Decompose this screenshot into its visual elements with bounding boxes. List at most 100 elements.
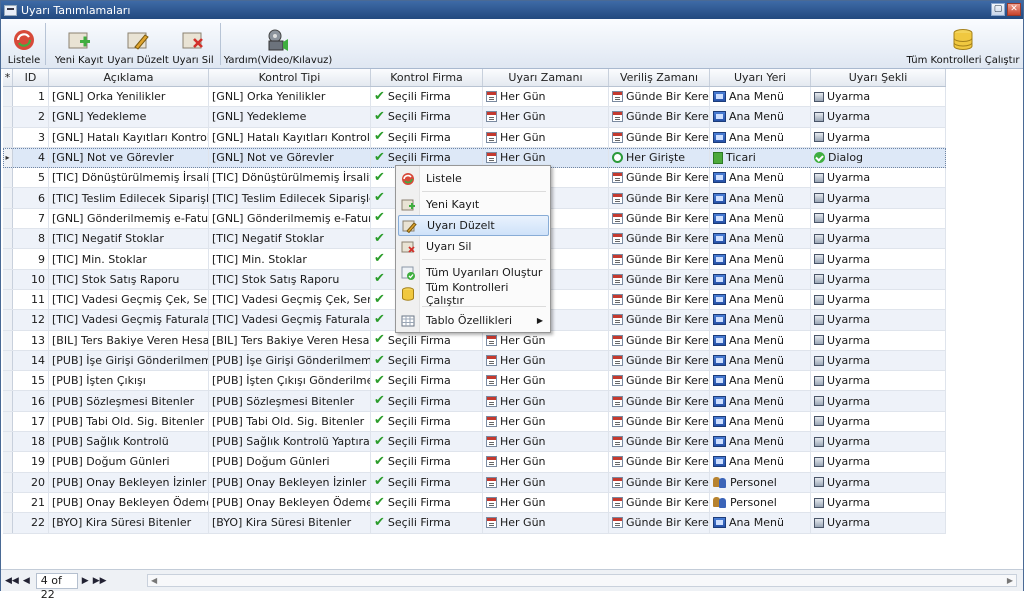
cell-uyari-sekli[interactable]: Uyarma bbox=[811, 127, 946, 147]
row-indicator[interactable] bbox=[3, 229, 13, 249]
cell-aciklama[interactable]: [TIC] Min. Stoklar bbox=[49, 249, 209, 269]
cell-uyari-zamani[interactable]: Her Gün bbox=[483, 107, 609, 127]
table-row[interactable]: 1 [GNL] Orka Yenilikler [GNL] Orka Yenilik… bbox=[3, 87, 946, 108]
cell-kontrol-tipi[interactable]: [TIC] Teslim Edilecek Siparişler bbox=[209, 188, 371, 208]
cell-aciklama[interactable]: [GNL] Gönderilmemiş e-Faturalar bbox=[49, 208, 209, 229]
cell-id[interactable]: 6 bbox=[13, 188, 49, 208]
col-header-uyari-yeri[interactable]: Uyarı Yeri bbox=[710, 69, 811, 86]
cell-kontrol-tipi[interactable]: [GNL] Yedekleme bbox=[209, 107, 371, 127]
cell-verilis-zamani[interactable]: Günde Bir Kere bbox=[609, 289, 710, 310]
cell-aciklama[interactable]: [GNL] Yedekleme bbox=[49, 107, 209, 127]
uyari-sil-button[interactable]: Uyarı Sil bbox=[172, 22, 214, 66]
cell-kontrol-tipi[interactable]: [TIC] Vadesi Geçmiş Çek, Senet bbox=[209, 289, 371, 310]
cell-uyari-zamani[interactable]: Her Gün bbox=[483, 472, 609, 492]
cell-aciklama[interactable]: [PUB] Sağlık Kontrolü bbox=[49, 432, 209, 452]
row-indicator[interactable] bbox=[3, 330, 13, 350]
cell-kontrol-tipi[interactable]: [PUB] Doğum Günleri bbox=[209, 452, 371, 472]
cell-uyari-sekli[interactable]: Uyarma bbox=[811, 249, 946, 269]
cell-aciklama[interactable]: [PUB] Onay Bekleyen İzinler bbox=[49, 472, 209, 492]
cell-verilis-zamani[interactable]: Günde Bir Kere bbox=[609, 411, 710, 432]
cell-aciklama[interactable]: [GNL] Orka Yenilikler bbox=[49, 87, 209, 107]
scroll-right-icon[interactable]: ▶ bbox=[1007, 576, 1013, 585]
cell-uyari-sekli[interactable]: Uyarma bbox=[811, 107, 946, 127]
cell-aciklama[interactable]: [BIL] Ters Bakiye Veren Hesaplar bbox=[49, 330, 209, 350]
cell-kontrol-tipi[interactable]: [GNL] Gönderilmemiş e-Faturalar bbox=[209, 208, 371, 229]
cell-kontrol-tipi[interactable]: [PUB] Onay Bekleyen İzinler bbox=[209, 472, 371, 492]
col-header-verilis-zamani[interactable]: Veriliş Zamanı bbox=[609, 69, 710, 86]
cell-kontrol-tipi[interactable]: [PUB] Onay Bekleyen Ödemeler bbox=[209, 492, 371, 513]
cell-aciklama[interactable]: [BYO] Kira Süresi Bitenler bbox=[49, 513, 209, 533]
cell-uyari-zamani[interactable]: Her Gün bbox=[483, 452, 609, 472]
cell-uyari-zamani[interactable]: Her Gün bbox=[483, 432, 609, 452]
cell-aciklama[interactable]: [PUB] İşe Girişi Gönderilmemişler bbox=[49, 350, 209, 371]
row-indicator[interactable] bbox=[3, 432, 13, 452]
table-row[interactable]: 19 [PUB] Doğum Günleri [PUB] Doğum Günleri… bbox=[3, 452, 946, 473]
row-indicator[interactable] bbox=[3, 411, 13, 432]
row-indicator[interactable] bbox=[3, 289, 13, 310]
cell-uyari-sekli[interactable]: Uyarma bbox=[811, 330, 946, 350]
col-header-aciklama[interactable]: Açıklama bbox=[49, 69, 209, 86]
row-indicator[interactable] bbox=[3, 127, 13, 147]
row-indicator[interactable] bbox=[3, 269, 13, 289]
cell-kontrol-firma[interactable]: ✔ Seçili Firma bbox=[371, 350, 483, 371]
cell-kontrol-tipi[interactable]: [GNL] Orka Yenilikler bbox=[209, 87, 371, 107]
cell-verilis-zamani[interactable]: Günde Bir Kere bbox=[609, 269, 710, 289]
cell-uyari-sekli[interactable]: Uyarma bbox=[811, 411, 946, 432]
uyari-duzelt-button[interactable]: Uyarı Düzelt bbox=[107, 22, 169, 66]
cell-id[interactable]: 14 bbox=[13, 350, 49, 371]
cell-verilis-zamani[interactable]: Günde Bir Kere bbox=[609, 249, 710, 269]
cell-uyari-yeri[interactable]: Ana Menü bbox=[710, 208, 811, 229]
cell-id[interactable]: 21 bbox=[13, 492, 49, 513]
cell-kontrol-tipi[interactable]: [PUB] İşten Çıkışı Gönderilmemişle bbox=[209, 371, 371, 391]
cell-verilis-zamani[interactable]: Günde Bir Kere bbox=[609, 330, 710, 350]
table-row[interactable]: 3 [GNL] Hatalı Kayıtları Kontrol Et [GNL] … bbox=[3, 127, 946, 148]
cell-kontrol-tipi[interactable]: [TIC] Vadesi Geçmiş Faturalar bbox=[209, 310, 371, 330]
cell-verilis-zamani[interactable]: Günde Bir Kere bbox=[609, 229, 710, 249]
cell-kontrol-firma[interactable]: ✔ Seçili Firma bbox=[371, 127, 483, 147]
cell-uyari-yeri[interactable]: Ana Menü bbox=[710, 289, 811, 310]
cell-kontrol-tipi[interactable]: [PUB] Tabi Old. Sig. Bitenler bbox=[209, 411, 371, 432]
cell-uyari-yeri[interactable]: Ana Menü bbox=[710, 391, 811, 411]
tum-kontroller-button[interactable]: Tüm Kontrolleri Çalıştır bbox=[907, 22, 1019, 66]
row-indicator[interactable] bbox=[3, 350, 13, 371]
cell-uyari-yeri[interactable]: Personel bbox=[710, 472, 811, 492]
cell-uyari-zamani[interactable]: Her Gün bbox=[483, 330, 609, 350]
cell-id[interactable]: 2 bbox=[13, 107, 49, 127]
cell-uyari-sekli[interactable]: Uyarma bbox=[811, 87, 946, 107]
next-page-icon[interactable]: ▶ bbox=[82, 576, 89, 586]
row-indicator[interactable] bbox=[3, 452, 13, 472]
cell-aciklama[interactable]: [PUB] Tabi Old. Sig. Bitenler bbox=[49, 411, 209, 432]
menu-item-listele[interactable]: Listele bbox=[398, 168, 549, 189]
cell-uyari-sekli[interactable]: Uyarma bbox=[811, 289, 946, 310]
cell-verilis-zamani[interactable]: Günde Bir Kere bbox=[609, 208, 710, 229]
cell-uyari-zamani[interactable]: Her Gün bbox=[483, 127, 609, 147]
cell-uyari-sekli[interactable]: Dialog bbox=[811, 147, 946, 168]
cell-id[interactable]: 19 bbox=[13, 452, 49, 472]
cell-uyari-zamani[interactable]: Her Gün bbox=[483, 492, 609, 513]
cell-id[interactable]: 20 bbox=[13, 472, 49, 492]
menu-item-uyari-duzelt[interactable]: Uyarı Düzelt bbox=[398, 215, 549, 236]
listele-button[interactable]: Listele bbox=[7, 22, 41, 66]
cell-uyari-zamani[interactable]: Her Gün bbox=[483, 350, 609, 371]
cell-uyari-sekli[interactable]: Uyarma bbox=[811, 492, 946, 513]
cell-uyari-yeri[interactable]: Personel bbox=[710, 492, 811, 513]
horizontal-scrollbar[interactable]: ◀ ▶ bbox=[147, 574, 1017, 587]
cell-aciklama[interactable]: [PUB] Doğum Günleri bbox=[49, 452, 209, 472]
menu-item-tum-kontroller[interactable]: Tüm Kontrolleri Çalıştır bbox=[398, 281, 549, 307]
cell-uyari-sekli[interactable]: Uyarma bbox=[811, 188, 946, 208]
cell-uyari-zamani[interactable]: Her Gün bbox=[483, 87, 609, 107]
cell-aciklama[interactable]: [TIC] Stok Satış Raporu bbox=[49, 269, 209, 289]
cell-kontrol-firma[interactable]: ✔ Seçili Firma bbox=[371, 452, 483, 472]
cell-kontrol-tipi[interactable]: [PUB] Sözleşmesi Bitenler bbox=[209, 391, 371, 411]
cell-uyari-sekli[interactable]: Uyarma bbox=[811, 472, 946, 492]
cell-uyari-yeri[interactable]: Ana Menü bbox=[710, 432, 811, 452]
cell-id[interactable]: 16 bbox=[13, 391, 49, 411]
row-indicator[interactable] bbox=[3, 249, 13, 269]
cell-kontrol-firma[interactable]: ✔ Seçili Firma bbox=[371, 391, 483, 411]
cell-id[interactable]: 12 bbox=[13, 310, 49, 330]
cell-uyari-yeri[interactable]: Ana Menü bbox=[710, 330, 811, 350]
cell-verilis-zamani[interactable]: Günde Bir Kere bbox=[609, 371, 710, 391]
cell-uyari-sekli[interactable]: Uyarma bbox=[811, 350, 946, 371]
table-row[interactable]: 13 [BIL] Ters Bakiye Veren Hesaplar[BIL] … bbox=[3, 330, 946, 351]
cell-kontrol-tipi[interactable]: [TIC] Dönüştürülmemiş İrsaliyeler bbox=[209, 168, 371, 188]
